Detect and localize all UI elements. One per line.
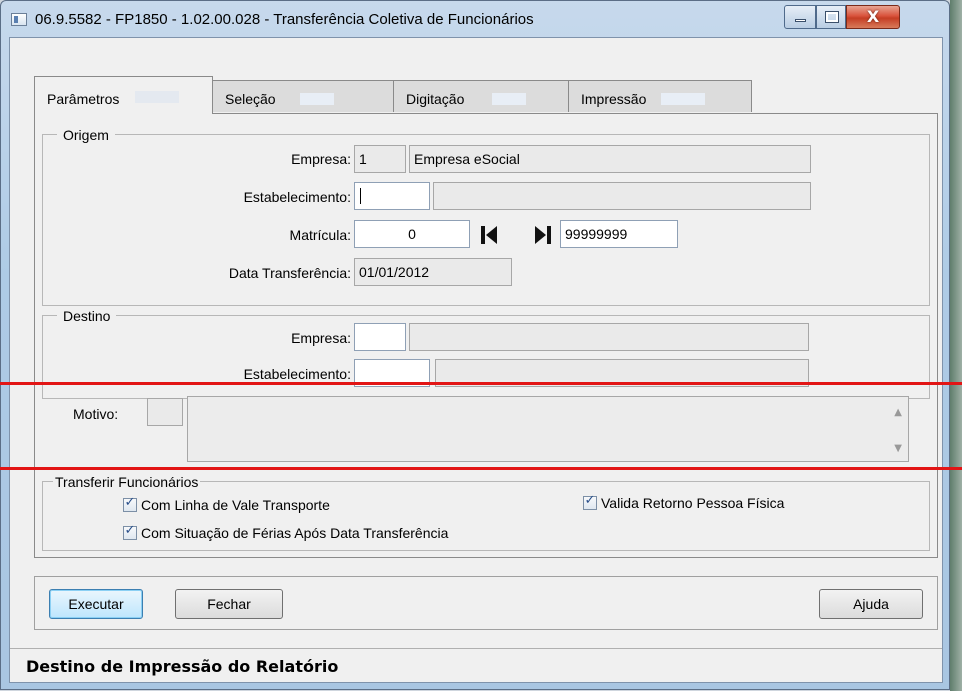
fechar-button[interactable]: Fechar — [175, 589, 283, 619]
group-legend: Transferir Funcionários — [53, 474, 201, 490]
destino-empresa-name — [409, 323, 809, 351]
tab-label: Parâmetros — [47, 91, 120, 107]
annotation-line-top — [0, 382, 962, 385]
origem-empresa-code[interactable]: 1 — [354, 145, 406, 173]
tab-selecao[interactable]: Seleção — [212, 80, 394, 112]
last-record-button[interactable] — [530, 222, 556, 248]
scroll-down-icon[interactable]: ▼ — [894, 443, 902, 454]
checkbox-label: Com Linha de Vale Transporte — [141, 497, 330, 513]
matricula-label: Matrícula: — [289, 227, 351, 243]
window-title: 06.9.5582 - FP1850 - 1.02.00.028 - Trans… — [35, 11, 534, 28]
matricula-final-input[interactable]: 99999999 — [560, 220, 678, 248]
executar-button[interactable]: Executar — [49, 589, 143, 619]
origem-estabelecimento-name — [433, 182, 811, 210]
client-area: Parâmetros Seleção Digitação Impressão O… — [9, 37, 943, 683]
maximize-icon — [825, 11, 839, 23]
checkbox-icon[interactable]: ✓ — [123, 495, 137, 512]
group-legend: Destino — [57, 308, 117, 324]
origem-estabelecimento-code[interactable] — [354, 182, 430, 210]
app-icon — [11, 13, 27, 26]
destino-estabelecimento-label: Estabelecimento: — [243, 366, 351, 382]
origem-empresa-name: Empresa eSocial — [409, 145, 811, 173]
data-transferencia-label: Data Transferência: — [228, 265, 351, 281]
checkbox-vale-transporte[interactable]: ✓ Com Linha de Vale Transporte — [123, 495, 330, 513]
checkbox-valida-retorno[interactable]: ✓ Valida Retorno Pessoa Física — [583, 493, 785, 511]
group-destino: Destino Empresa: Estabelecimento: — [42, 308, 930, 399]
tab-digitacao[interactable]: Digitação — [393, 80, 569, 112]
last-icon — [535, 226, 551, 244]
destino-empresa-code[interactable] — [354, 323, 406, 351]
group-legend: Origem — [57, 127, 115, 143]
checkbox-icon[interactable]: ✓ — [123, 523, 137, 540]
maximize-button[interactable] — [816, 5, 846, 29]
data-transferencia-field[interactable]: 01/01/2012 — [354, 258, 512, 286]
checkbox-label: Valida Retorno Pessoa Física — [601, 495, 785, 511]
matricula-inicial-input[interactable]: 0 — [354, 220, 470, 248]
tab-label: Digitação — [406, 91, 465, 107]
checkbox-icon[interactable]: ✓ — [583, 493, 597, 510]
annotation-line-bottom — [0, 467, 962, 470]
background-strip — [950, 0, 962, 691]
tab-parametros[interactable]: Parâmetros — [34, 76, 213, 114]
destino-empresa-label: Empresa: — [291, 330, 351, 346]
minimize-icon — [795, 19, 806, 22]
minimize-button[interactable] — [784, 5, 816, 29]
ajuda-button[interactable]: Ajuda — [819, 589, 923, 619]
motivo-label: Motivo: — [73, 406, 119, 422]
close-button[interactable]: X — [846, 5, 900, 29]
tab-panel-parametros: Origem Empresa: 1 Empresa eSocial Estabe… — [34, 113, 938, 558]
text-cursor — [360, 188, 361, 204]
empresa-label: Empresa: — [291, 151, 351, 167]
first-icon — [481, 226, 497, 244]
estabelecimento-label: Estabelecimento: — [243, 189, 351, 205]
checkbox-label: Com Situação de Férias Após Data Transfe… — [141, 525, 449, 541]
checkbox-situacao-ferias[interactable]: ✓ Com Situação de Férias Após Data Transf… — [123, 523, 449, 541]
button-bar: Executar Fechar Ajuda — [34, 576, 938, 630]
motivo-code[interactable] — [147, 398, 183, 426]
app-window: 06.9.5582 - FP1850 - 1.02.00.028 - Trans… — [0, 0, 950, 690]
tab-label: Seleção — [225, 91, 276, 107]
scroll-up-icon[interactable]: ▲ — [894, 407, 902, 418]
first-record-button[interactable] — [476, 222, 502, 248]
tab-label: Impressão — [581, 91, 647, 107]
title-bar[interactable]: 06.9.5582 - FP1850 - 1.02.00.028 - Trans… — [1, 1, 949, 37]
close-icon: X — [866, 7, 880, 26]
group-origem: Origem Empresa: 1 Empresa eSocial Estabe… — [42, 127, 930, 306]
status-bar: Destino de Impressão do Relatório — [10, 648, 942, 682]
motivo-textarea[interactable]: ▲ ▼ — [187, 396, 909, 462]
group-transferir: Transferir Funcionários ✓ Com Linha de Va… — [42, 474, 930, 551]
tab-impressao[interactable]: Impressão — [568, 80, 752, 112]
